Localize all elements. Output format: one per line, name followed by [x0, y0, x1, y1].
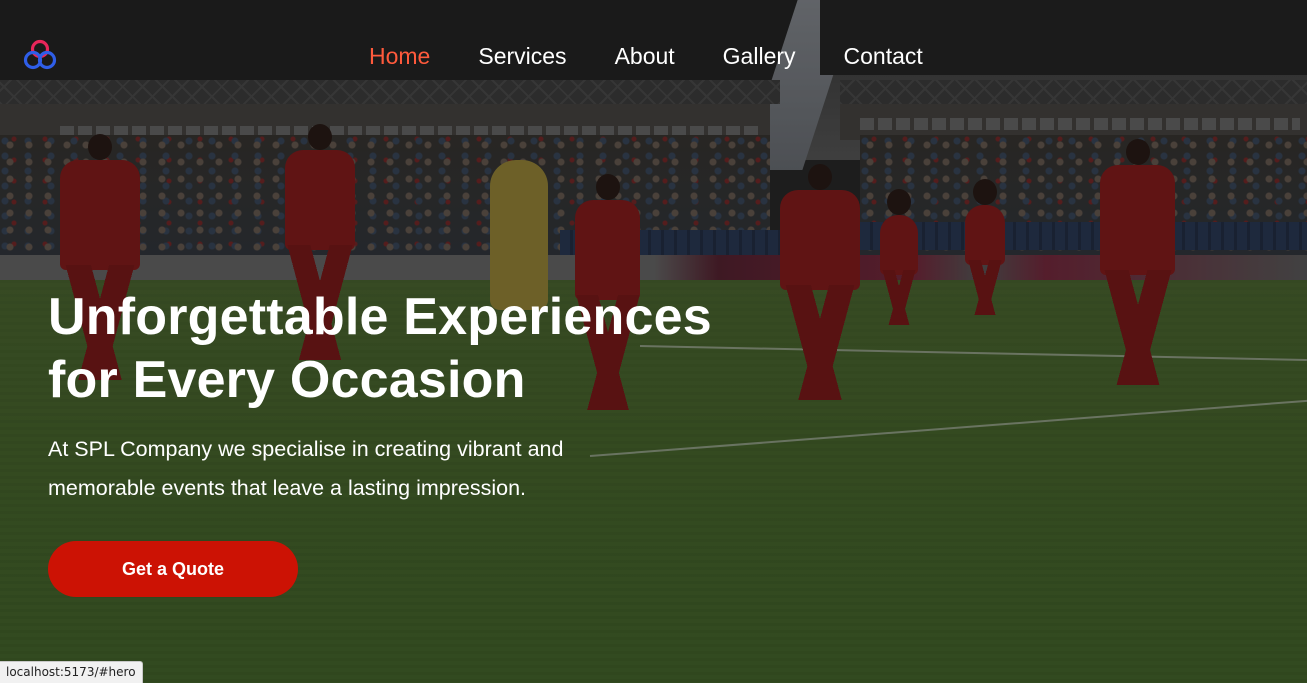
nav-link-gallery[interactable]: Gallery [723, 41, 796, 71]
nav-item-services: Services [478, 41, 566, 71]
hero-title-line-1: Unforgettable Experiences [48, 288, 712, 346]
nav-menu: Home Services About Gallery Contact [369, 41, 923, 71]
nav-item-contact: Contact [844, 41, 923, 71]
status-bar-url: localhost:5173/#hero [0, 661, 143, 683]
company-logo-icon[interactable] [22, 38, 58, 72]
nav-link-home[interactable]: Home [369, 41, 430, 71]
nav-item-about: About [615, 41, 675, 71]
hero-title-line-2: for Every Occasion [48, 351, 526, 409]
nav-link-services[interactable]: Services [478, 41, 566, 71]
nav-item-home: Home [369, 41, 430, 71]
hero-subtitle: At SPL Company we specialise in creating… [48, 437, 564, 500]
nav-item-gallery: Gallery [723, 41, 796, 71]
get-a-quote-button[interactable]: Get a Quote [48, 541, 298, 597]
hero-section: Home Services About Gallery Contact Unfo… [0, 0, 1307, 683]
hero-title: Unforgettable Experiences for Every Occa… [48, 286, 828, 412]
hero-content: Unforgettable Experiences for Every Occa… [48, 286, 828, 597]
top-navigation: Home Services About Gallery Contact [0, 0, 1307, 110]
nav-link-about[interactable]: About [615, 41, 675, 71]
nav-link-contact[interactable]: Contact [844, 41, 923, 71]
